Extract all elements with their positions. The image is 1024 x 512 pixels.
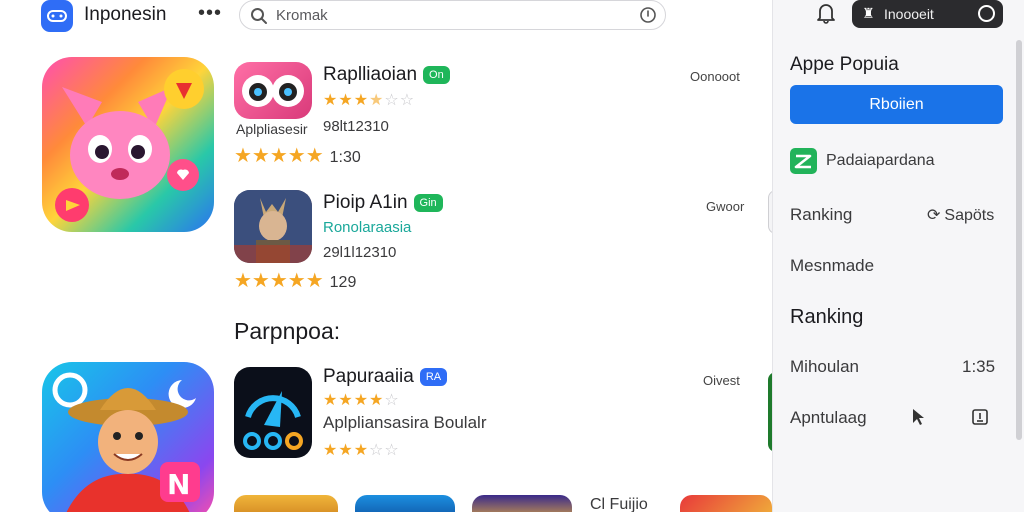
gift-icon: ♜ xyxy=(862,5,875,21)
app-developer: Aplpliansasira Boulalr xyxy=(323,413,487,432)
rating-stars-large: ★★★★★ 129 xyxy=(234,270,357,292)
panel-minolan-item[interactable]: Mihoulan xyxy=(790,357,859,377)
app-logo[interactable] xyxy=(41,0,73,32)
speedometer-icon xyxy=(243,391,303,450)
app-badge: On xyxy=(423,65,450,84)
cursor-icon xyxy=(913,409,924,425)
panel-ranking-item[interactable]: Ranking xyxy=(790,205,852,225)
panel-scrollbar[interactable] xyxy=(1016,40,1022,440)
voice-icon[interactable] xyxy=(639,6,657,24)
rating-stars: ★★★☆☆ xyxy=(323,442,400,459)
warrior-character-icon xyxy=(234,190,312,263)
app-title: Inponesin xyxy=(84,4,167,25)
panel-apntulag-item[interactable]: Apntulaag xyxy=(790,408,867,428)
app-icon[interactable] xyxy=(234,367,312,458)
cowboy-character-icon: N xyxy=(52,372,200,512)
share-icon[interactable] xyxy=(970,407,990,427)
green-app-icon xyxy=(790,148,817,174)
search-icon xyxy=(251,8,267,24)
rating-stars: ★★★★☆☆ xyxy=(323,92,416,109)
primary-action-button[interactable]: Rboiien xyxy=(790,85,1003,124)
rating-stars-large: ★★★★★ 1:30 xyxy=(234,145,361,167)
refresh-icon: ⟳ xyxy=(927,207,941,224)
app-thumbnail[interactable] xyxy=(355,495,455,512)
app-thumbnail-label[interactable]: Cl Fuijio xyxy=(590,496,648,512)
featured-app-icon-2[interactable]: N xyxy=(42,362,214,512)
panel-link-item[interactable]: Padaiapardana xyxy=(826,152,935,170)
app-name[interactable]: Papuraaiia RA xyxy=(323,366,448,388)
panel-ranking-heading: Ranking xyxy=(790,306,864,328)
panel-message-item[interactable]: Mesnmade xyxy=(790,256,874,276)
get-button[interactable]: Oonooot xyxy=(690,69,740,84)
app-thumbnail[interactable] xyxy=(234,495,338,512)
app-thumbnail[interactable] xyxy=(472,495,572,512)
rating-count: 1:30 xyxy=(329,149,361,166)
panel-minolan-value: 1:35 xyxy=(962,357,996,376)
app-name[interactable]: Pioip A1in Gin xyxy=(323,192,443,214)
app-meta: 98lt12310 xyxy=(323,118,389,135)
app-developer: Aplpliasesir xyxy=(236,121,308,137)
app-badge: Gin xyxy=(413,193,443,212)
rating-count: 129 xyxy=(329,274,357,291)
panel-sports-item[interactable]: ⟳ Sapöts xyxy=(927,205,994,225)
get-button[interactable]: Oivest xyxy=(703,373,740,388)
app-badge: RA xyxy=(419,367,448,386)
app-icon[interactable] xyxy=(234,190,312,263)
profile-ring-icon xyxy=(978,5,995,22)
featured-app-icon[interactable] xyxy=(42,57,214,232)
app-icon[interactable] xyxy=(234,62,312,119)
more-options-button[interactable]: ••• xyxy=(198,0,222,28)
controller-icon xyxy=(47,10,67,22)
account-label: Inoooeit xyxy=(884,6,934,22)
svg-text:N: N xyxy=(167,468,190,501)
search-bar[interactable] xyxy=(239,0,666,30)
app-subtitle: Ronolaraasia xyxy=(323,219,412,236)
app-name[interactable]: Raplliaoian On xyxy=(323,64,450,86)
get-button[interactable]: Gwoor xyxy=(706,199,744,214)
app-meta: 29l1l12310 xyxy=(323,244,397,261)
section-heading: Parpnpoa: xyxy=(234,318,341,344)
rating-stars: ★★★★☆ xyxy=(323,392,400,409)
bell-icon[interactable] xyxy=(816,2,836,24)
zig-zag-icon xyxy=(794,154,812,169)
owl-face-icon xyxy=(242,75,304,107)
pink-fox-mascot-icon xyxy=(55,69,204,222)
app-thumbnail[interactable] xyxy=(680,495,772,512)
search-input[interactable] xyxy=(276,5,616,25)
panel-title: Appe Popuia xyxy=(790,54,899,75)
account-button[interactable]: ♜ Inoooeit xyxy=(852,0,1003,28)
